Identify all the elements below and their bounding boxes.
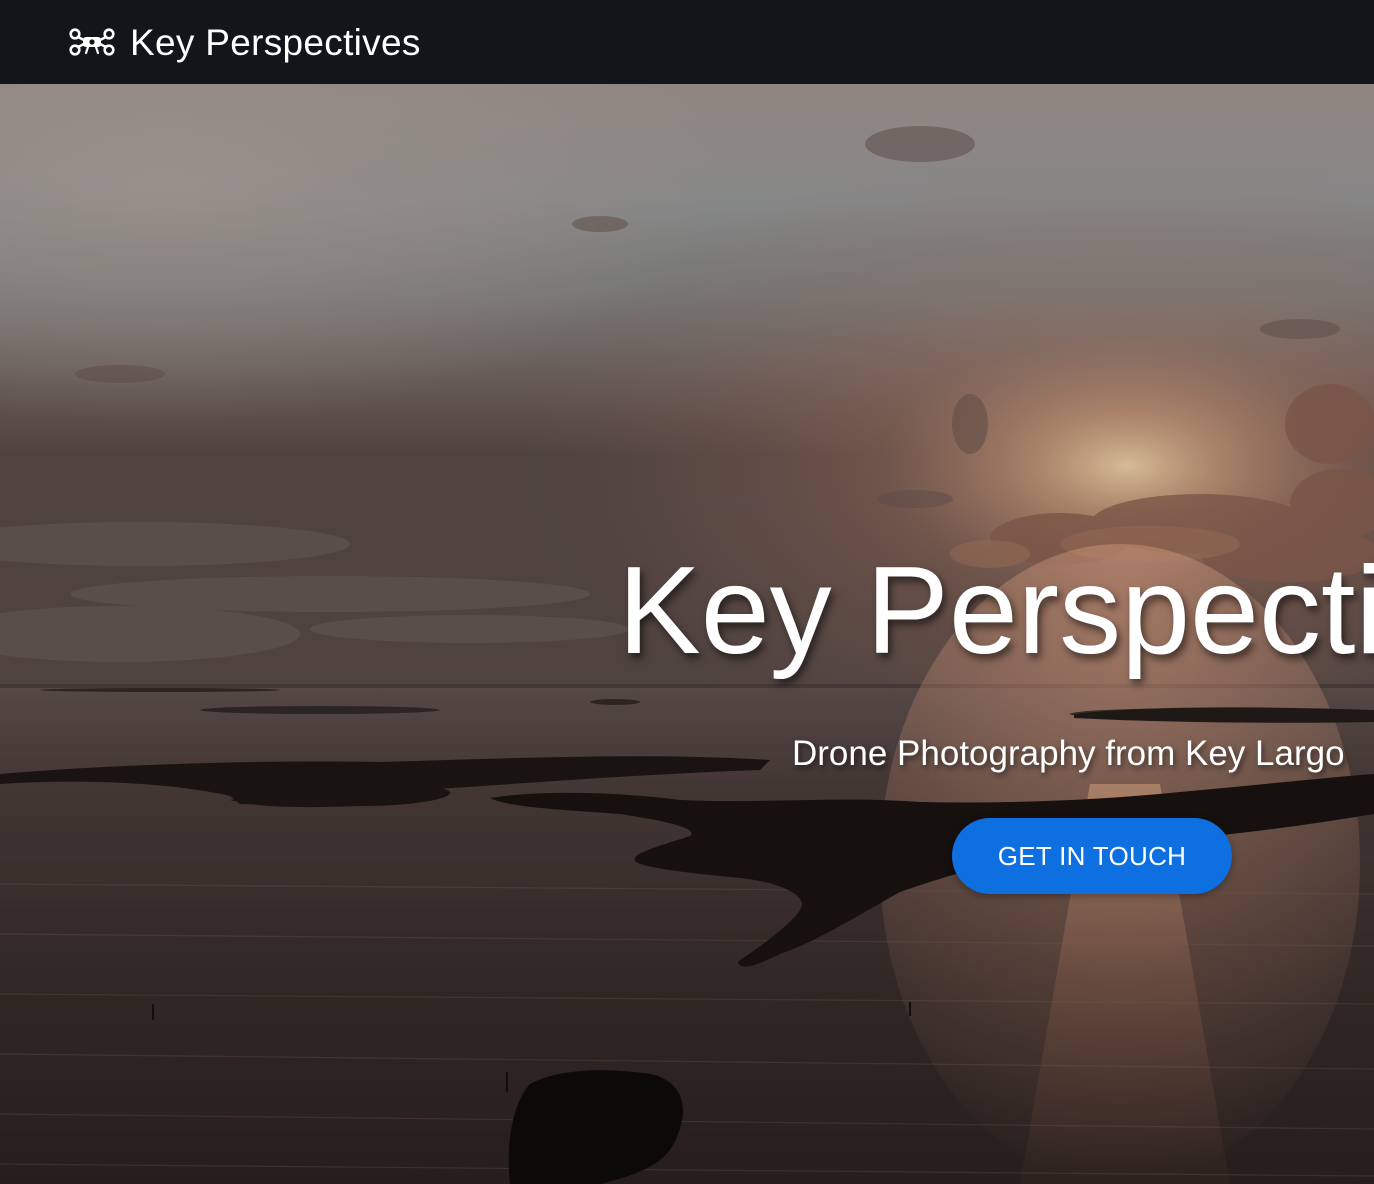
drone-icon: [69, 28, 115, 56]
navbar: Key Perspectives: [0, 0, 1374, 84]
hero-subtitle: Drone Photography from Key Largo: [792, 734, 1345, 773]
brand-name: Key Perspectives: [130, 21, 421, 63]
get-in-touch-button[interactable]: GET IN TOUCH: [952, 818, 1232, 894]
brand-link[interactable]: Key Perspectives: [68, 24, 421, 61]
hero-title: Key Perspectives: [618, 542, 1374, 680]
hero-section: Key Perspectives Drone Photography from …: [0, 84, 1374, 1184]
